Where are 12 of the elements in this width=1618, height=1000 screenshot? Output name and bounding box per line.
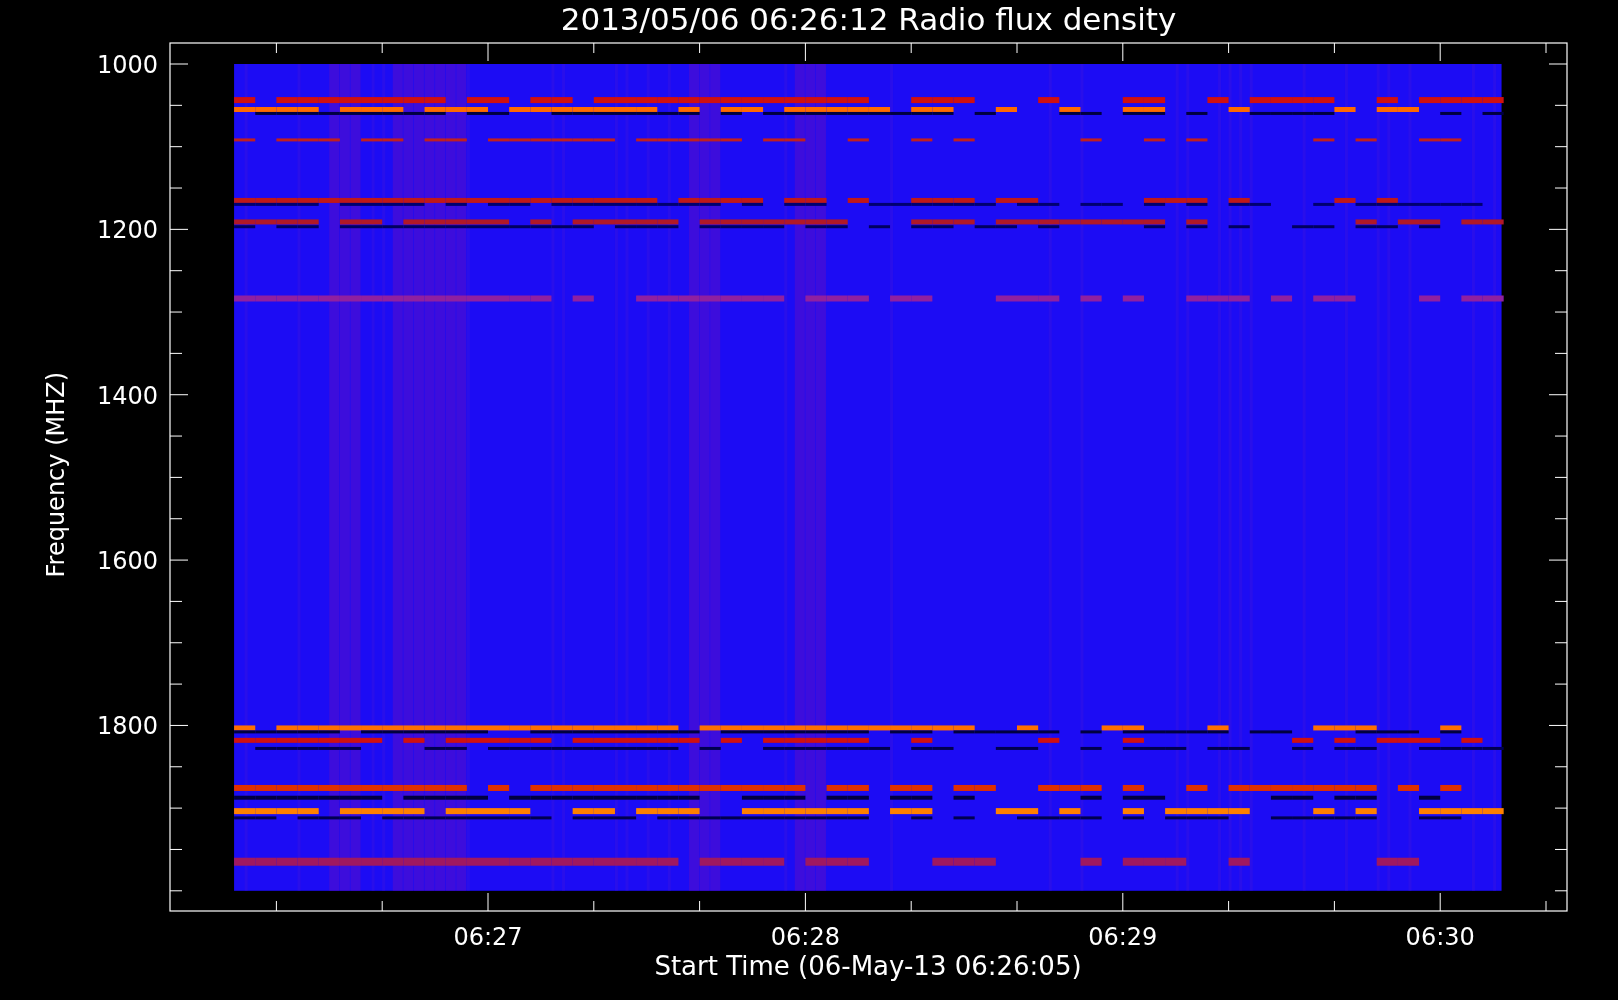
y-tick-label: 1600 [96, 547, 158, 576]
x-tick-label: 06:30 [1405, 923, 1475, 951]
y-axis-label: Frequency (MHZ) [42, 371, 70, 578]
y-tick-label: 1800 [96, 712, 158, 741]
x-tick-label: 06:28 [770, 923, 840, 951]
y-tick-label: 1000 [96, 51, 158, 79]
y-tick-label: 1400 [96, 381, 158, 410]
x-axis-label: Start Time (06-May-13 06:26:05) [654, 951, 1082, 981]
y-tick-label: 1200 [96, 216, 158, 245]
x-tick-label: 06:27 [453, 923, 523, 951]
chart-title: 2013/05/06 06:26:12 Radio flux density [560, 1, 1177, 37]
x-tick-label: 06:29 [1088, 923, 1158, 951]
